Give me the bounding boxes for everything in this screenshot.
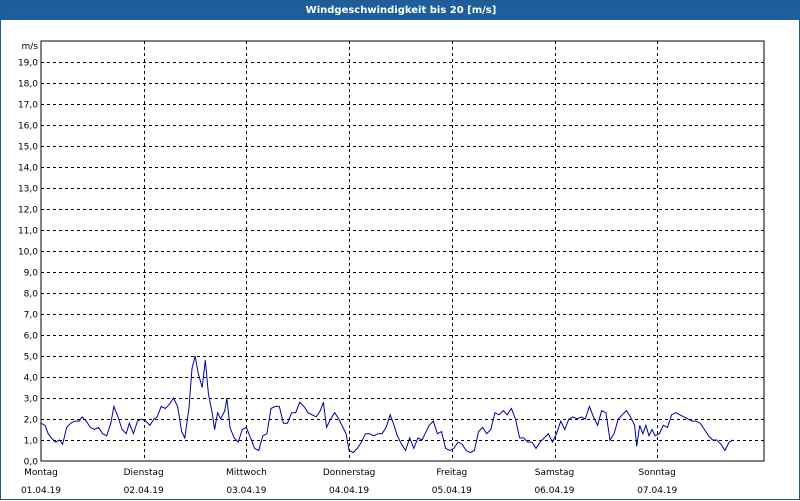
x-tick-date: 02.04.19 — [124, 486, 164, 496]
y-tick-label: 3,0 — [24, 395, 39, 405]
y-tick-label: 9,0 — [24, 269, 39, 279]
y-tick-label: 6,0 — [24, 332, 39, 342]
y-tick-label: 16,0 — [18, 122, 38, 132]
x-tick-date: 01.04.19 — [21, 486, 61, 496]
x-tick-weekday: Samstag — [535, 468, 574, 478]
y-tick-label: 13,0 — [18, 185, 38, 195]
chart-window: Windgeschwindigkeit bis 20 [m/s] 0,0 1,0 2… — [0, 0, 800, 500]
y-tick-label: 17,0 — [18, 101, 38, 111]
y-tick-label: 7,0 — [24, 311, 39, 321]
x-tick-weekday: Montag — [24, 468, 58, 478]
y-tick-label: 5,0 — [24, 353, 39, 363]
x-tick-weekday: Sonntag — [639, 468, 676, 478]
x-tick-date: 04.04.19 — [329, 486, 369, 496]
y-tick-label: 18,0 — [18, 80, 38, 90]
x-tick-weekday: Donnerstag — [323, 468, 376, 478]
x-tick-date: 05.04.19 — [432, 486, 472, 496]
x-tick-date: 03.04.19 — [226, 486, 266, 496]
grid — [40, 40, 765, 462]
y-tick-label: 10,0 — [18, 248, 38, 258]
x-tick-date: 07.04.19 — [637, 486, 677, 496]
y-tick-label: 19,0 — [18, 59, 38, 69]
y-tick-label: 2,0 — [24, 416, 39, 426]
y-tick-label: 11,0 — [18, 227, 38, 237]
y-axis-label: m/s — [22, 42, 39, 52]
y-tick-label: 15,0 — [18, 143, 38, 153]
wind-speed-chart: 0,0 1,0 2,0 3,0 4,0 5,0 6,0 7,0 8,0 9,0 10,0 11,0 12… — [18, 40, 765, 496]
x-tick-weekday: Mittwoch — [226, 468, 267, 478]
y-tick-label: 8,0 — [24, 290, 39, 300]
x-tick-date: 06.04.19 — [534, 486, 574, 496]
x-tick-weekday: Freitag — [436, 468, 467, 478]
y-tick-label: 1,0 — [24, 437, 39, 447]
axis-labels: 0,0 1,0 2,0 3,0 4,0 5,0 6,0 7,0 8,0 9,0 10,0 11,0 12… — [18, 42, 678, 496]
y-tick-label: 12,0 — [18, 206, 38, 216]
x-tick-weekday: Dienstag — [124, 468, 164, 478]
y-tick-label: 14,0 — [18, 164, 38, 174]
y-tick-label: 4,0 — [24, 374, 39, 384]
y-tick-label: 0,0 — [24, 458, 39, 468]
